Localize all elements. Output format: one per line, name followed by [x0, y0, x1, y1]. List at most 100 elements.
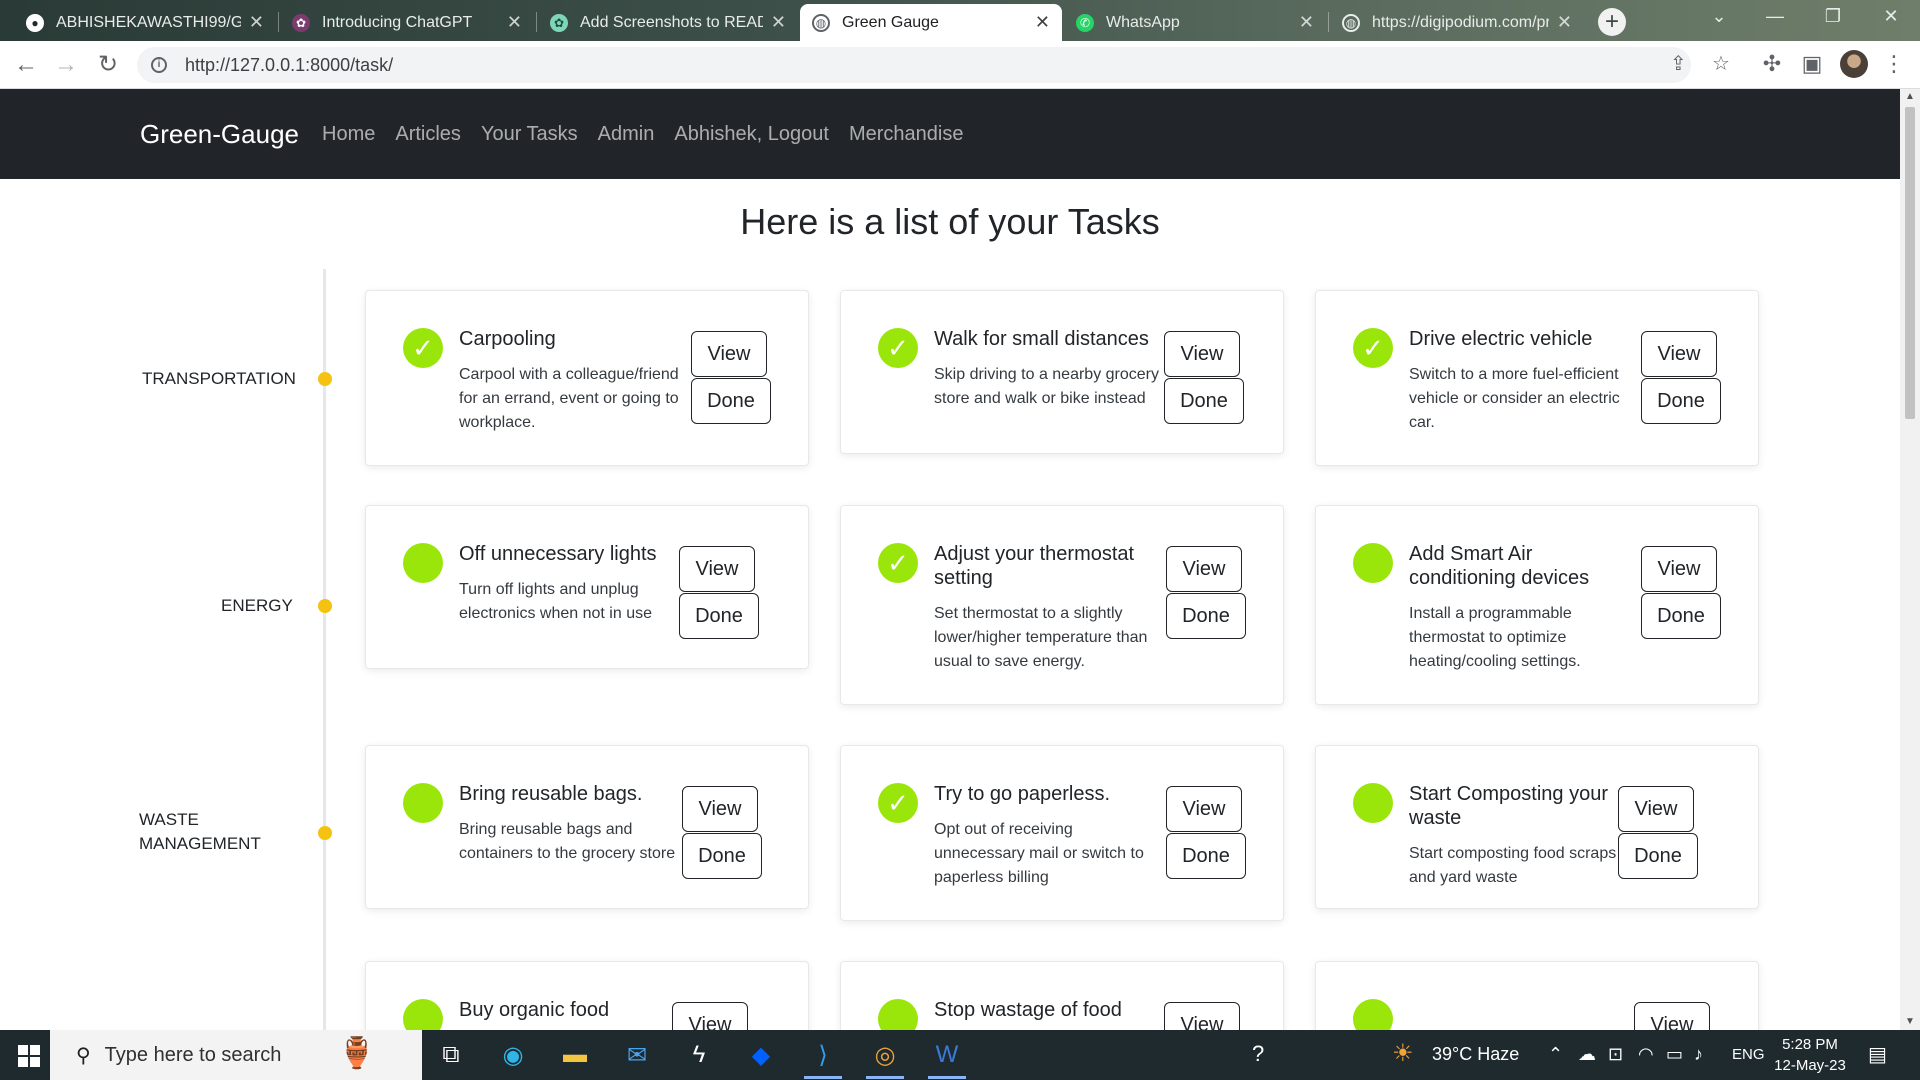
browser-tab[interactable]: ● ABHISHEKAWASTHI99/Gre ✕ [14, 4, 276, 41]
browser-tab-active[interactable]: ◍ Green Gauge ✕ [800, 4, 1062, 41]
task-title: Adjust your thermostat setting [934, 543, 1135, 589]
nav-link-home[interactable]: Home [322, 123, 375, 146]
onedrive-icon[interactable]: ☁ [1578, 1044, 1596, 1065]
scroll-up-icon[interactable]: ▲ [1900, 89, 1920, 105]
terminal-icon[interactable]: ϟ [676, 1037, 722, 1073]
view-button[interactable]: View [1618, 786, 1694, 832]
forward-icon[interactable]: → [52, 51, 80, 79]
browser-tab[interactable]: ✆ WhatsApp ✕ [1064, 4, 1326, 41]
url-text[interactable]: http://127.0.0.1:8000/task/ [185, 55, 393, 76]
language-indicator[interactable]: ENG [1732, 1046, 1765, 1063]
extensions-icon[interactable]: ✣ [1758, 51, 1786, 77]
status-indicator [1353, 783, 1393, 823]
browser-toolbar: ← → ↻ i http://127.0.0.1:8000/task/ ⇪ ☆ … [0, 41, 1920, 89]
weather-icon[interactable]: ☀ [1392, 1039, 1414, 1068]
close-icon[interactable]: ✕ [771, 12, 786, 33]
done-button[interactable]: Done [1641, 378, 1721, 424]
task-view-icon[interactable]: ⧉ [428, 1037, 474, 1073]
view-button[interactable]: View [1641, 331, 1717, 377]
task-title: Bring reusable bags. [459, 783, 643, 805]
nav-link-merchandise[interactable]: Merchandise [849, 123, 964, 146]
show-hidden-icons[interactable]: ⌃ [1548, 1044, 1563, 1065]
scroll-thumb[interactable] [1905, 107, 1915, 419]
done-button[interactable]: Done [1166, 833, 1246, 879]
nav-links: Home Articles Your Tasks Admin Abhishek,… [322, 123, 983, 146]
word-icon[interactable]: W [924, 1037, 970, 1079]
notifications-icon[interactable]: ▤ [1868, 1042, 1887, 1067]
address-bar[interactable]: i http://127.0.0.1:8000/task/ [137, 47, 1691, 83]
browser-tab[interactable]: ◍ https://digipodium.com/pr ✕ [1330, 4, 1584, 41]
edge-icon[interactable]: ◉ [490, 1037, 536, 1073]
vscode-icon[interactable]: ⟩ [800, 1037, 846, 1079]
reload-icon[interactable]: ↻ [94, 51, 122, 79]
view-button[interactable]: View [1166, 546, 1242, 592]
done-button[interactable]: Done [1166, 593, 1246, 639]
browser-tab-strip: ● ABHISHEKAWASTHI99/Gre ✕ ✿ Introducing … [0, 0, 1920, 41]
share-icon[interactable]: ⇪ [1670, 51, 1687, 76]
done-button[interactable]: Done [1618, 833, 1698, 879]
menu-icon[interactable]: ⋮ [1880, 51, 1908, 77]
minimize-icon[interactable]: — [1752, 6, 1798, 27]
nav-link-articles[interactable]: Articles [395, 123, 461, 146]
search-icon: ⚲ [76, 1044, 91, 1067]
dropbox-icon[interactable]: ◆ [738, 1037, 784, 1073]
wifi-icon[interactable]: ◠ [1638, 1044, 1654, 1065]
view-button[interactable]: View [1166, 786, 1242, 832]
site-brand[interactable]: Green-Gauge [140, 119, 299, 150]
browser-tab[interactable]: ✿ Introducing ChatGPT ✕ [280, 4, 534, 41]
view-button[interactable]: View [691, 331, 767, 377]
view-button[interactable]: View [1164, 1002, 1240, 1030]
help-icon[interactable]: ? [1252, 1041, 1264, 1067]
profile-avatar[interactable] [1840, 50, 1868, 78]
close-window-icon[interactable]: ✕ [1868, 6, 1914, 27]
category-label-transportation: TRANSPORTATION [142, 369, 296, 388]
close-icon[interactable]: ✕ [1557, 12, 1572, 33]
maximize-icon[interactable]: ❐ [1810, 6, 1856, 27]
view-button[interactable]: View [682, 786, 758, 832]
chrome-icon[interactable]: ◎ [862, 1037, 908, 1079]
view-button[interactable]: View [679, 546, 755, 592]
view-button[interactable]: View [1164, 331, 1240, 377]
page-title: Here is a list of your Tasks [740, 201, 1160, 242]
view-button[interactable]: View [1634, 1002, 1710, 1030]
file-explorer-icon[interactable]: ▬ [552, 1037, 598, 1073]
info-icon[interactable]: i [151, 57, 167, 73]
windows-start-icon[interactable] [18, 1045, 40, 1067]
done-button[interactable]: Done [691, 378, 771, 424]
tab-separator [1328, 12, 1329, 32]
done-button[interactable]: Done [1164, 378, 1244, 424]
new-tab-button[interactable]: + [1598, 8, 1626, 36]
bookmark-star-icon[interactable]: ☆ [1712, 51, 1730, 76]
volume-icon[interactable]: ♪ [1694, 1044, 1703, 1065]
battery-icon[interactable]: ▭ [1666, 1044, 1683, 1065]
nav-link-your-tasks[interactable]: Your Tasks [481, 123, 578, 146]
taskbar-clock[interactable]: 5:28 PM 12-May-23 [1770, 1034, 1850, 1076]
nav-link-admin[interactable]: Admin [598, 123, 655, 146]
browser-tab[interactable]: ✿ Add Screenshots to READM ✕ [538, 4, 798, 41]
openai-icon: ✿ [550, 13, 568, 32]
done-button[interactable]: Done [682, 833, 762, 879]
done-button[interactable]: Done [679, 593, 759, 639]
close-icon[interactable]: ✕ [249, 12, 264, 33]
globe-icon: ◍ [1342, 13, 1360, 32]
nav-link-logout[interactable]: Abhishek, Logout [674, 123, 829, 146]
status-indicator [403, 543, 443, 583]
page-scrollbar[interactable]: ▲ ▼ [1900, 89, 1920, 1030]
scroll-down-icon[interactable]: ▼ [1900, 1014, 1920, 1030]
side-panel-icon[interactable]: ▣ [1798, 51, 1826, 77]
view-button[interactable]: View [672, 1002, 748, 1030]
view-button[interactable]: View [1641, 546, 1717, 592]
mail-icon[interactable]: ✉ [614, 1037, 660, 1073]
tab-search-icon[interactable]: ⌄ [1696, 6, 1742, 27]
taskbar-search-box[interactable]: ⚲ Type here to search 🏺 [50, 1030, 422, 1080]
close-icon[interactable]: ✕ [1299, 12, 1314, 33]
status-indicator [1353, 999, 1393, 1030]
status-indicator [403, 783, 443, 823]
close-icon[interactable]: ✕ [507, 12, 522, 33]
back-icon[interactable]: ← [12, 51, 40, 79]
done-button[interactable]: Done [1641, 593, 1721, 639]
close-icon[interactable]: ✕ [1035, 12, 1050, 33]
weather-text[interactable]: 39°C Haze [1432, 1044, 1519, 1065]
check-icon: ✓ [878, 783, 918, 823]
meet-icon[interactable]: ⊡ [1608, 1044, 1623, 1065]
